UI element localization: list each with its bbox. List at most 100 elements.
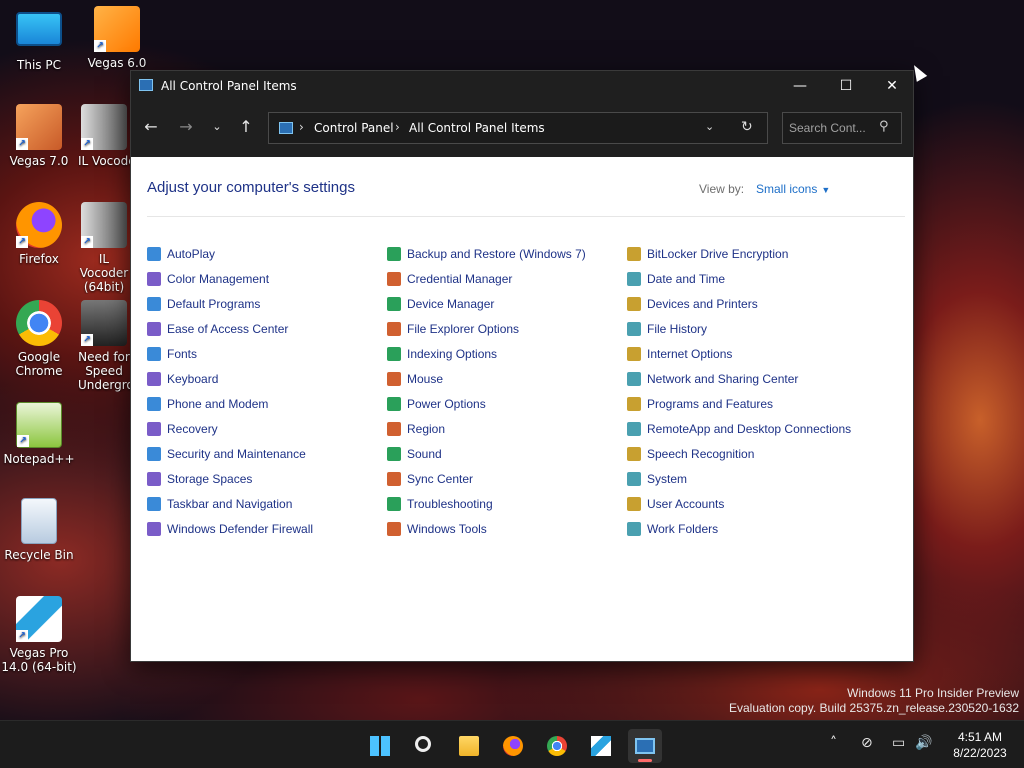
desktop-icon-vegas-pro-14[interactable]: ↗ Vegas Pro 14.0 (64-bit) xyxy=(0,596,78,674)
breadcrumb-control-panel[interactable]: Control Panel xyxy=(314,121,394,135)
start-button[interactable] xyxy=(363,729,397,763)
desktop-icon-vegas-6[interactable]: ↗ Vegas 6.0 xyxy=(78,6,156,70)
cp-item-label: Backup and Restore (Windows 7) xyxy=(407,247,586,261)
cp-item-label: Default Programs xyxy=(167,297,261,311)
region-icon xyxy=(387,422,401,436)
file-explorer-button[interactable] xyxy=(452,729,486,763)
address-bar[interactable]: › Control Panel › All Control Panel Item… xyxy=(268,112,768,144)
search-input[interactable] xyxy=(789,120,875,136)
view-by-dropdown[interactable]: Small icons ▼ xyxy=(756,182,830,196)
cp-item-label: Sound xyxy=(407,447,442,461)
breadcrumb-all-items[interactable]: All Control Panel Items xyxy=(409,121,545,135)
windows-tools-icon xyxy=(387,522,401,536)
work-folders-icon xyxy=(627,522,641,536)
shortcut-arrow-icon: ↗ xyxy=(81,334,93,346)
power-options-icon xyxy=(387,397,401,411)
desktop-icon-notepad-plus-plus[interactable]: ↗ Notepad++ xyxy=(0,402,78,466)
cp-item-label: Windows Tools xyxy=(407,522,487,536)
firefox-button[interactable] xyxy=(496,729,530,763)
volume-icon[interactable]: 🔊 xyxy=(915,735,932,751)
shortcut-arrow-icon: ↗ xyxy=(17,435,29,447)
system-icon xyxy=(627,472,641,486)
cp-item-label: Internet Options xyxy=(647,347,733,361)
desktop-icon-label: IL Vocoder xyxy=(78,154,130,168)
watermark-line-2: Evaluation copy. Build 25375.zn_release.… xyxy=(729,701,1019,715)
control-panel-button[interactable] xyxy=(628,729,662,763)
cp-item-label: Network and Sharing Center xyxy=(647,372,799,386)
storage-spaces-icon xyxy=(147,472,161,486)
search-box[interactable]: ⚲ xyxy=(782,112,902,144)
desktop-icon-label: Vegas Pro 14.0 (64-bit) xyxy=(1,646,77,674)
cp-item-label: File Explorer Options xyxy=(407,322,520,336)
cp-item-label: Region xyxy=(407,422,446,436)
firefox-icon: ↗ xyxy=(16,202,62,248)
title-bar[interactable]: All Control Panel Items — ☐ ✕ xyxy=(131,71,913,101)
file-history-icon xyxy=(627,322,641,336)
cp-item-label: User Accounts xyxy=(647,497,725,511)
shortcut-arrow-icon: ↗ xyxy=(81,236,93,248)
address-dropdown-button[interactable]: ⌄ xyxy=(705,120,714,133)
caret-down-icon: ▼ xyxy=(821,185,831,195)
desktop-icon-chrome[interactable]: Google Chrome xyxy=(0,300,78,378)
cp-item-label: Recovery xyxy=(167,422,218,436)
network-icon[interactable]: ⊘ xyxy=(861,735,873,751)
recent-locations-button[interactable]: ⌄ xyxy=(203,113,231,141)
vegas-pro-icon xyxy=(591,736,611,756)
cp-item-label: RemoteApp and Desktop Connections xyxy=(647,422,852,436)
bitlocker-drive-encryption-icon xyxy=(627,247,641,261)
desktop-icon-this-pc[interactable]: This PC xyxy=(0,10,78,72)
control-panel-window: All Control Panel Items — ☐ ✕ ← → ⌄ ↑ › … xyxy=(130,70,914,662)
sound-icon xyxy=(387,447,401,461)
desktop-icon-label: Firefox xyxy=(19,252,59,266)
refresh-button[interactable]: ↻ xyxy=(741,119,753,135)
up-button[interactable]: ↑ xyxy=(232,113,260,141)
content-area: Adjust your computer's settings View by:… xyxy=(131,157,913,661)
cp-item-label: Troubleshooting xyxy=(407,497,493,511)
remoteapp-and-desktop-connections-icon xyxy=(627,422,641,436)
breadcrumb-separator: › xyxy=(299,120,304,134)
vocoder-icon: ↗ xyxy=(81,104,127,150)
device-manager-icon xyxy=(387,297,401,311)
phone-and-modem-icon xyxy=(147,397,161,411)
desktop-icon-firefox[interactable]: ↗ Firefox xyxy=(0,202,78,266)
forward-button[interactable]: → xyxy=(172,113,200,141)
vegas-icon: ↗ xyxy=(94,6,140,52)
show-hidden-icons-button[interactable]: ˄ xyxy=(830,735,837,751)
display-icon[interactable]: ▭ xyxy=(892,735,905,751)
file-explorer-icon xyxy=(459,736,479,756)
cp-item-label: Ease of Access Center xyxy=(167,322,289,336)
chrome-button[interactable] xyxy=(540,729,574,763)
navigation-bar: ← → ⌄ ↑ › Control Panel › All Control Pa… xyxy=(131,101,913,157)
desktop-icon-need-for-speed[interactable]: ↗ Need for Speed Underground xyxy=(78,300,130,392)
minimize-button[interactable]: — xyxy=(777,71,823,101)
fonts-icon xyxy=(147,347,161,361)
desktop-icon-label: Notepad++ xyxy=(3,452,75,466)
cp-item-label: Storage Spaces xyxy=(167,472,253,486)
default-programs-icon xyxy=(147,297,161,311)
monitor-icon xyxy=(16,12,62,46)
cp-item-label: Programs and Features xyxy=(647,397,774,411)
firefox-icon xyxy=(503,736,523,756)
desktop-icon-label: Vegas 6.0 xyxy=(87,56,147,70)
desktop-icon-il-vocoder-64[interactable]: ↗ IL Vocoder (64bit) xyxy=(78,202,130,294)
vegas-pro-button[interactable] xyxy=(584,729,618,763)
vegas-icon: ↗ xyxy=(16,104,62,150)
shortcut-arrow-icon: ↗ xyxy=(16,630,28,642)
control-panel-icon xyxy=(635,738,655,754)
desktop-icon-il-vocoder[interactable]: ↗ IL Vocoder xyxy=(78,104,130,168)
desktop-icon-recycle-bin[interactable]: Recycle Bin xyxy=(0,498,78,562)
back-button[interactable]: ← xyxy=(137,113,165,141)
desktop-icon-label: Need for Speed Underground xyxy=(78,350,130,392)
maximize-button[interactable]: ☐ xyxy=(823,71,869,101)
close-button[interactable]: ✕ xyxy=(869,71,915,101)
taskbar: ˄ ⊘ ▭ 🔊 4:51 AM 8/22/2023 xyxy=(0,720,1024,768)
file-explorer-options-icon xyxy=(387,322,401,336)
backup-and-restore-windows-7-icon xyxy=(387,247,401,261)
nfs-icon: ↗ xyxy=(81,300,127,346)
cp-item-label: BitLocker Drive Encryption xyxy=(647,247,789,261)
search-icon[interactable]: ⚲ xyxy=(879,119,889,134)
desktop-icon-vegas-7[interactable]: ↗ Vegas 7.0 xyxy=(0,104,78,168)
search-button[interactable] xyxy=(408,729,442,763)
view-by-label: View by: xyxy=(699,182,745,196)
clock[interactable]: 4:51 AM 8/22/2023 xyxy=(940,729,1020,761)
